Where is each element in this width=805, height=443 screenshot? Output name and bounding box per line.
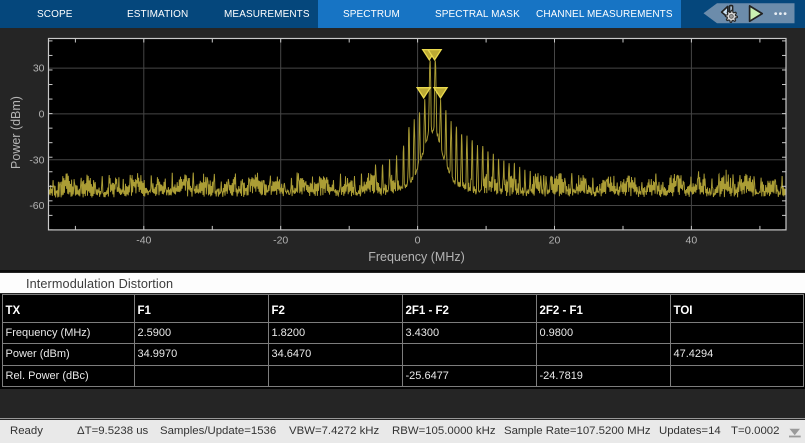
svg-text:-20: -20 — [273, 234, 288, 246]
svg-text:Frequency (MHz): Frequency (MHz) — [368, 250, 465, 264]
svg-text:30: 30 — [33, 62, 45, 74]
svg-text:-60: -60 — [29, 200, 44, 212]
svg-text:0: 0 — [415, 234, 421, 246]
svg-text:20: 20 — [549, 234, 561, 246]
svg-text:40: 40 — [686, 234, 698, 246]
svg-text:-40: -40 — [136, 234, 151, 246]
svg-text:-30: -30 — [29, 154, 44, 166]
svg-text:0: 0 — [39, 108, 45, 120]
svg-text:Power (dBm): Power (dBm) — [9, 96, 23, 169]
